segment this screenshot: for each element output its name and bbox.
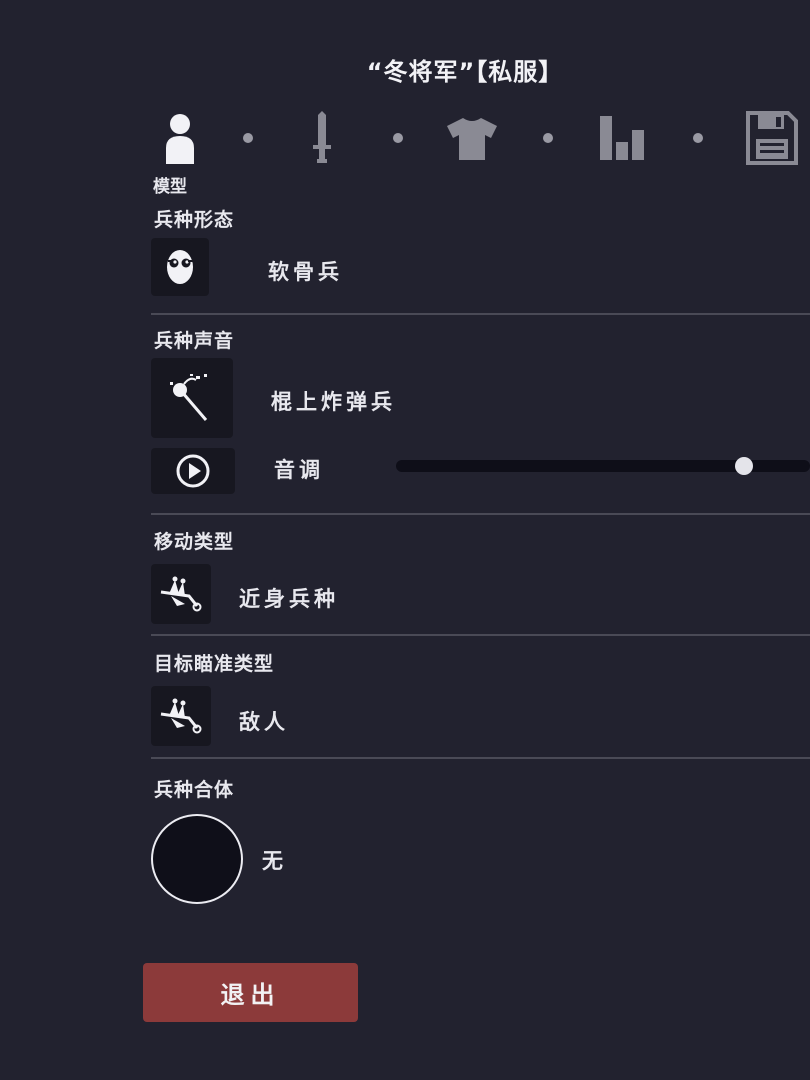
- section-title-movement: 移动类型: [154, 531, 235, 553]
- editor-tab-bar: 模型: [150, 108, 810, 198]
- play-icon: [176, 454, 210, 488]
- tab-clothing[interactable]: [442, 108, 502, 168]
- unit-form-value: 软骨兵: [268, 260, 343, 284]
- save-disk-icon: [746, 111, 798, 165]
- pitch-slider-handle[interactable]: [734, 457, 753, 475]
- tab-model[interactable]: [150, 108, 210, 168]
- section-title-unit-voice: 兵种声音: [154, 330, 235, 352]
- unit-form-selector[interactable]: [151, 238, 209, 296]
- section-divider: [151, 634, 810, 636]
- section-divider: [151, 313, 810, 315]
- movement-type-value: 近身兵种: [239, 587, 339, 611]
- tab-stats[interactable]: [592, 108, 652, 168]
- page-title: “冬将军”【私服】: [366, 58, 564, 86]
- wheelbarrow-unit-icon: [160, 576, 202, 612]
- movement-type-selector[interactable]: [151, 564, 211, 624]
- unit-voice-selector[interactable]: [151, 358, 233, 438]
- targeting-type-value: 敌人: [239, 710, 289, 734]
- section-title-combine: 兵种合体: [154, 779, 235, 801]
- exit-button[interactable]: 退出: [143, 963, 358, 1022]
- unit-voice-value: 棍上炸弹兵: [271, 390, 396, 414]
- combine-value: 无: [262, 849, 287, 873]
- wheelbarrow-unit-icon: [160, 698, 202, 734]
- tab-separator-dot: [543, 133, 553, 143]
- sword-icon: [313, 111, 331, 163]
- tab-separator-dot: [243, 133, 253, 143]
- section-title-targeting: 目标瞄准类型: [154, 653, 275, 675]
- section-title-unit-form: 兵种形态: [154, 209, 235, 231]
- combine-unit-slot[interactable]: [151, 814, 243, 904]
- tab-save[interactable]: [742, 108, 802, 168]
- stick-bomb-icon: [170, 374, 208, 421]
- unit-editor-screen: “冬将军”【私服】 模型 兵种形态 软骨兵 兵种声音 棍上炸弹兵 音调 移动类型…: [0, 0, 810, 1080]
- tab-separator-dot: [393, 133, 403, 143]
- targeting-type-selector[interactable]: [151, 686, 211, 746]
- skull-mask-icon: [167, 250, 193, 284]
- play-voice-button[interactable]: [151, 448, 235, 494]
- tab-weapon[interactable]: [292, 108, 352, 168]
- pitch-label: 音调: [274, 458, 324, 482]
- section-divider: [151, 757, 810, 759]
- section-divider: [151, 513, 810, 515]
- tab-model-label: 模型: [153, 177, 187, 197]
- person-icon: [166, 114, 194, 164]
- pitch-slider[interactable]: [396, 457, 810, 475]
- tab-separator-dot: [693, 133, 703, 143]
- bar-chart-icon: [600, 116, 644, 160]
- shirt-icon: [447, 118, 497, 160]
